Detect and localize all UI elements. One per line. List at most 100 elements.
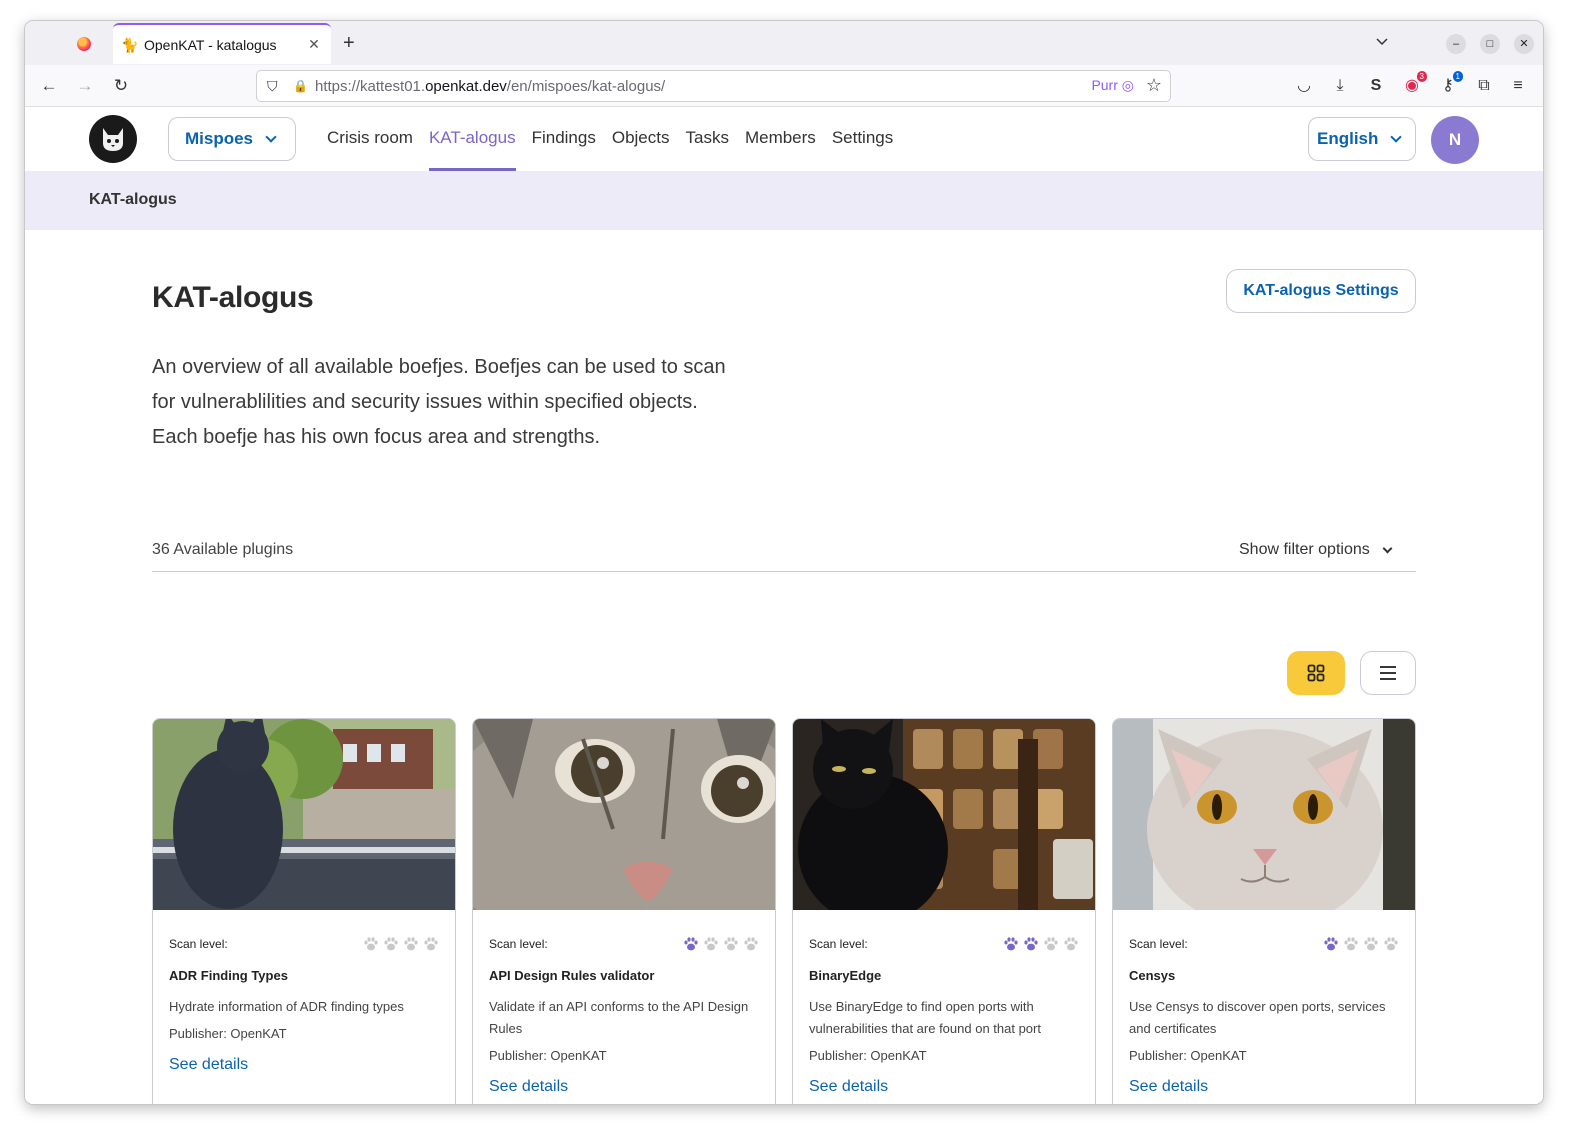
language-label: English (1317, 129, 1379, 148)
scan-level-paws (1323, 936, 1399, 952)
list-view-button[interactable] (1360, 651, 1416, 695)
minimize-icon[interactable]: – (1446, 34, 1466, 54)
browser-tab[interactable]: 🐈 OpenKAT - katalogus ✕ (113, 23, 331, 64)
paw-icon (744, 937, 758, 951)
extension-key-icon[interactable]: ⚷ 1 (1437, 71, 1463, 97)
url-bar[interactable]: ⛉ 🔒 https://kattest01.openkat.dev/en/mis… (256, 70, 1171, 102)
plugin-description: Use BinaryEdge to find open ports with v… (809, 999, 1041, 1036)
nav-crisis-room[interactable]: Crisis room (327, 107, 413, 171)
plugin-grid: Scan level: ADR Finding Types Hydrate in… (152, 718, 1416, 1104)
card-body: Scan level: ADR Finding Types Hydrate in… (169, 937, 439, 1074)
grid-icon (1307, 664, 1325, 682)
see-details-link[interactable]: See details (1129, 1078, 1399, 1096)
lock-icon[interactable]: 🔒 (293, 78, 308, 94)
intro-line: An overview of all available boefjes. Bo… (152, 356, 726, 378)
tab-close-icon[interactable]: ✕ (305, 36, 323, 53)
nav-findings[interactable]: Findings (532, 107, 596, 171)
list-icon (1380, 666, 1396, 680)
shield-icon[interactable]: ⛉ (267, 78, 283, 94)
page-title: KAT-alogus (152, 281, 314, 314)
intro-line: Each boefje has his own focus area and s… (152, 426, 601, 448)
see-details-link[interactable]: See details (809, 1078, 1079, 1096)
plugin-cat-image (153, 719, 455, 910)
maximize-icon[interactable]: □ (1480, 34, 1500, 54)
paw-icon (384, 937, 398, 951)
intro-line: for vulnerablilities and security issues… (152, 391, 698, 413)
nav-objects[interactable]: Objects (612, 107, 670, 171)
nav-settings[interactable]: Settings (832, 107, 893, 171)
paw-icon (424, 937, 438, 951)
pocket-icon[interactable]: ◡ (1293, 75, 1315, 97)
card-body: Scan level: Censys Use Censys to discove… (1129, 937, 1399, 1096)
bookmark-star-icon[interactable]: ☆ (1146, 75, 1162, 96)
language-select[interactable]: English (1308, 117, 1416, 161)
plugin-cat-image (1113, 719, 1415, 910)
paw-icon (1064, 937, 1078, 951)
extensions-puzzle-icon[interactable]: ⧉ (1473, 75, 1495, 97)
card-body: Scan level: API Design Rules validator V… (489, 937, 759, 1096)
plugin-publisher: Publisher: OpenKAT (1129, 1048, 1247, 1063)
filter-options-toggle[interactable]: Show filter options (1239, 541, 1393, 559)
nav-tasks[interactable]: Tasks (685, 107, 728, 171)
plugin-title: ADR Finding Types (169, 968, 288, 983)
scan-level-label: Scan level: (809, 937, 868, 951)
new-tab-icon[interactable]: + (343, 32, 355, 54)
filter-toggle-label: Show filter options (1239, 541, 1370, 558)
extension-badge-icon[interactable]: ◉ 3 (1401, 71, 1427, 97)
organization-name: Mispoes (185, 129, 254, 148)
katalogus-settings-button[interactable]: KAT-alogus Settings (1226, 269, 1416, 313)
scan-level-row: Scan level: (169, 937, 439, 951)
scan-level-row: Scan level: (1129, 937, 1399, 951)
tab-title: OpenKAT - katalogus (144, 36, 277, 53)
paw-icon (684, 937, 698, 951)
paw-icon (1364, 937, 1378, 951)
page-content: Mispoes Crisis room KAT-alogus Findings … (25, 107, 1543, 1104)
nav-kat-alogus[interactable]: KAT-alogus (428, 107, 516, 171)
tab-bar: 🐈 OpenKAT - katalogus ✕ + – □ ✕ (25, 21, 1543, 65)
reload-icon[interactable]: ↻ (109, 74, 133, 98)
paw-icon (1324, 937, 1338, 951)
paw-icon (364, 937, 378, 951)
see-details-link[interactable]: See details (489, 1078, 759, 1096)
openkat-logo[interactable] (89, 115, 137, 163)
paw-icon (1004, 937, 1018, 951)
paw-icon (1384, 937, 1398, 951)
extension-s-icon[interactable]: S (1365, 75, 1387, 97)
scan-level-label: Scan level: (1129, 937, 1188, 951)
grid-view-button[interactable] (1287, 651, 1345, 695)
plugin-description: Use Censys to discover open ports, servi… (1129, 999, 1386, 1036)
close-window-icon[interactable]: ✕ (1514, 34, 1534, 54)
paw-icon (1344, 937, 1358, 951)
divider (152, 571, 1416, 572)
scan-level-row: Scan level: (809, 937, 1079, 951)
download-icon[interactable]: ⤓ (1329, 75, 1351, 97)
card-body: Scan level: BinaryEdge Use BinaryEdge to… (809, 937, 1079, 1096)
chevron-down-icon[interactable] (1375, 35, 1389, 49)
plugin-publisher: Publisher: OpenKAT (169, 1026, 287, 1041)
breadcrumb[interactable]: KAT-alogus (89, 191, 177, 209)
paw-icon (704, 937, 718, 951)
scan-level-label: Scan level: (169, 937, 228, 951)
cat-favicon-icon: 🐈 (121, 36, 139, 53)
back-icon[interactable]: ← (37, 74, 61, 98)
scan-level-paws (683, 936, 759, 952)
paw-icon (1024, 937, 1038, 951)
see-details-link[interactable]: See details (169, 1056, 439, 1074)
scan-level-paws (363, 936, 439, 952)
cat-logo-icon (103, 128, 123, 151)
plugin-card: Scan level: API Design Rules validator V… (472, 718, 776, 1104)
url-text[interactable]: https://kattest01.openkat.dev/en/mispoes… (315, 78, 665, 95)
menu-hamburger-icon[interactable]: ≡ (1507, 75, 1529, 97)
purr-extension[interactable]: Purr ◎ (1091, 77, 1134, 94)
plugin-title: Censys (1129, 968, 1176, 983)
user-avatar[interactable]: N (1431, 116, 1479, 164)
plugin-card: Scan level: BinaryEdge Use BinaryEdge to… (792, 718, 1096, 1104)
plugin-card: Scan level: Censys Use Censys to discove… (1112, 718, 1416, 1104)
plugin-publisher: Publisher: OpenKAT (489, 1048, 607, 1063)
browser-window: 🐈 OpenKAT - katalogus ✕ + – □ ✕ ← → ↻ ⛉ … (25, 21, 1543, 1104)
scan-level-paws (1003, 936, 1079, 952)
nav-members[interactable]: Members (745, 107, 816, 171)
firefox-view-icon[interactable] (77, 37, 91, 51)
forward-icon[interactable]: → (73, 74, 97, 98)
organization-select[interactable]: Mispoes (168, 117, 296, 161)
